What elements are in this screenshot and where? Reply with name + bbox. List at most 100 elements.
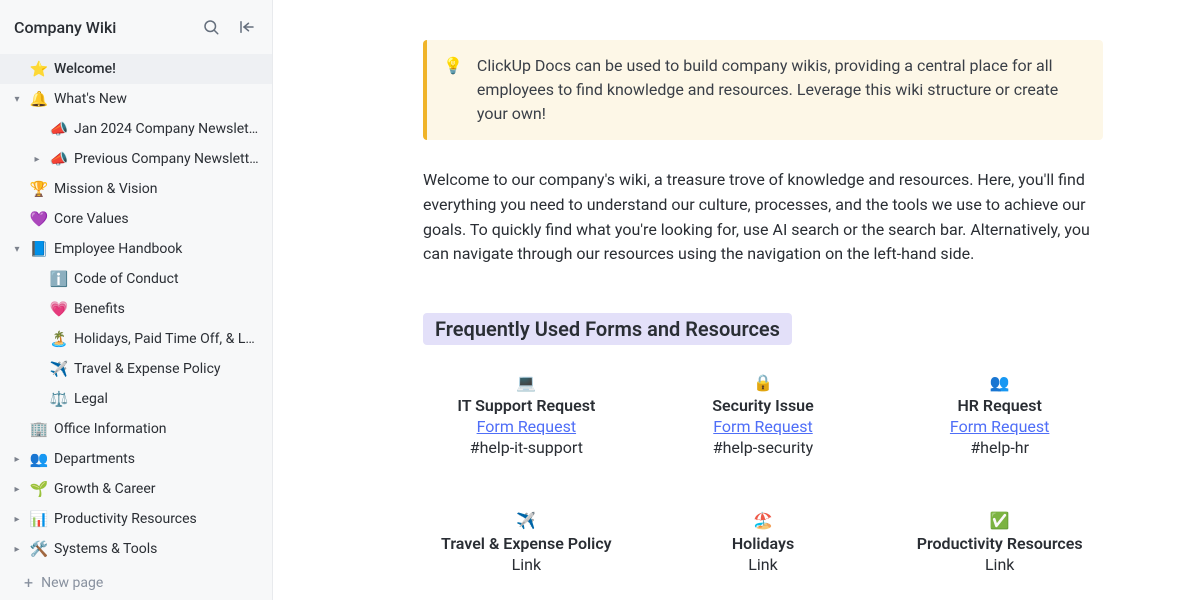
search-icon[interactable]: [200, 16, 222, 38]
chevron-right-icon[interactable]: ▸: [30, 154, 44, 165]
card-emoji-icon: ✅: [896, 511, 1103, 530]
card-title: HR Request: [896, 396, 1103, 415]
item-icon: ⚖️: [50, 390, 68, 408]
sidebar-item-label: Welcome!: [54, 61, 260, 77]
sidebar-item-label: Travel & Expense Policy: [74, 361, 260, 377]
sidebar-item-label: What's New: [54, 91, 260, 107]
item-icon: 🏢: [30, 420, 48, 438]
callout: 💡 ClickUp Docs can be used to build comp…: [423, 40, 1103, 140]
item-icon: 💗: [50, 300, 68, 318]
chevron-right-icon[interactable]: ▸: [10, 514, 24, 525]
sidebar-item-label: Departments: [54, 451, 260, 467]
sidebar-header: Company Wiki: [0, 0, 272, 54]
sidebar-item-label: Benefits: [74, 301, 260, 317]
card-title: Security Issue: [660, 396, 867, 415]
item-icon: 📘: [30, 240, 48, 258]
plus-icon: +: [24, 573, 33, 592]
resource-card: ✈️ Travel & Expense Policy Link: [423, 511, 630, 574]
item-icon: 🏆: [30, 180, 48, 198]
resource-card: 🔒 Security Issue Form Request #help-securit…: [660, 373, 867, 457]
item-icon: 📣: [50, 120, 68, 138]
resource-cards-grid: 💻 IT Support Request Form Request #help-it-…: [423, 373, 1103, 574]
sidebar-item[interactable]: ▾ 📘 Employee Handbook: [0, 234, 272, 264]
item-icon: 📣: [50, 150, 68, 168]
item-icon: ⭐: [30, 60, 48, 78]
item-icon: 🏝️: [50, 330, 68, 348]
sidebar-item-label: Productivity Resources: [54, 511, 260, 527]
item-icon: 📊: [30, 510, 48, 528]
chevron-right-icon[interactable]: ▸: [10, 454, 24, 465]
sidebar-item[interactable]: ▸ 📣 Previous Company Newsletters: [0, 144, 272, 174]
resource-card: 🏖️ Holidays Link: [660, 511, 867, 574]
sidebar-item[interactable]: ▸ℹ️Code of Conduct: [0, 264, 272, 294]
item-icon: 🔔: [30, 90, 48, 108]
sidebar-item[interactable]: ▸ 📊 Productivity Resources: [0, 504, 272, 534]
card-link[interactable]: Link: [660, 555, 867, 574]
sidebar-item[interactable]: ▸🏆Mission & Vision: [0, 174, 272, 204]
item-icon: 💜: [30, 210, 48, 228]
card-link[interactable]: Form Request: [423, 417, 630, 436]
item-icon: 🛠️: [30, 540, 48, 558]
item-icon: ✈️: [50, 360, 68, 378]
card-title: Travel & Expense Policy: [423, 534, 630, 553]
item-icon: 👥: [30, 450, 48, 468]
sidebar-item-label: Mission & Vision: [54, 181, 260, 197]
card-title: Holidays: [660, 534, 867, 553]
sidebar-item[interactable]: ▸🏝️Holidays, Paid Time Off, & Leave...: [0, 324, 272, 354]
sidebar-item[interactable]: ▾ 🔔 What's New: [0, 84, 272, 114]
sidebar-nav: ▸ ⭐ Welcome! ▾ 🔔 What's New ▸ 📣 Jan 2024 Company…: [0, 54, 272, 565]
card-title: Productivity Resources: [896, 534, 1103, 553]
resource-card: 💻 IT Support Request Form Request #help-it-…: [423, 373, 630, 457]
card-link[interactable]: Form Request: [896, 417, 1103, 436]
sidebar-item[interactable]: ▸ 👥 Departments: [0, 444, 272, 474]
new-page-button[interactable]: + New page: [0, 565, 272, 600]
lightbulb-icon: 💡: [443, 54, 463, 126]
card-subtext: #help-security: [660, 438, 867, 457]
wiki-title: Company Wiki: [14, 18, 116, 37]
section-header: Frequently Used Forms and Resources: [423, 313, 792, 345]
collapse-sidebar-icon[interactable]: [236, 16, 258, 38]
sidebar-item[interactable]: ▸📣Jan 2024 Company Newsletter: [0, 114, 272, 144]
card-emoji-icon: ✈️: [423, 511, 630, 530]
resource-card: 👥 HR Request Form Request #help-hr: [896, 373, 1103, 457]
chevron-down-icon[interactable]: ▾: [10, 94, 24, 105]
resource-card: ✅ Productivity Resources Link: [896, 511, 1103, 574]
sidebar-item-label: Office Information: [54, 421, 260, 437]
new-page-label: New page: [41, 575, 103, 591]
sidebar-item-label: Jan 2024 Company Newsletter: [74, 121, 260, 137]
main-content: 💡 ClickUp Docs can be used to build comp…: [273, 0, 1200, 600]
sidebar-item[interactable]: ▸⚖️Legal: [0, 384, 272, 414]
sidebar-item-label: Holidays, Paid Time Off, & Leave...: [74, 331, 260, 347]
sidebar-item[interactable]: ▸💜Core Values: [0, 204, 272, 234]
card-link[interactable]: Link: [423, 555, 630, 574]
card-emoji-icon: 💻: [423, 373, 630, 392]
sidebar-item[interactable]: ▸ 🛠️ Systems & Tools: [0, 534, 272, 564]
sidebar-item[interactable]: ▸🏢Office Information: [0, 414, 272, 444]
chevron-right-icon[interactable]: ▸: [10, 544, 24, 555]
card-emoji-icon: 🔒: [660, 373, 867, 392]
sidebar-item-label: Growth & Career: [54, 481, 260, 497]
sidebar-item[interactable]: ▸⭐Welcome!: [0, 54, 272, 84]
sidebar-item-label: Core Values: [54, 211, 260, 227]
card-link[interactable]: Form Request: [660, 417, 867, 436]
card-emoji-icon: 🏖️: [660, 511, 867, 530]
sidebar-item-label: Previous Company Newsletters: [74, 151, 260, 167]
sidebar-item[interactable]: ▸✈️Travel & Expense Policy: [0, 354, 272, 384]
intro-paragraph: Welcome to our company's wiki, a treasur…: [423, 168, 1103, 267]
item-icon: 🌱: [30, 480, 48, 498]
card-subtext: #help-hr: [896, 438, 1103, 457]
card-emoji-icon: 👥: [896, 373, 1103, 392]
sidebar-item[interactable]: ▸💗Benefits: [0, 294, 272, 324]
sidebar-item[interactable]: ▸ 🌱 Growth & Career: [0, 474, 272, 504]
chevron-right-icon[interactable]: ▸: [10, 484, 24, 495]
sidebar-item-label: Code of Conduct: [74, 271, 260, 287]
card-subtext: #help-it-support: [423, 438, 630, 457]
sidebar-item-label: Legal: [74, 391, 260, 407]
card-link[interactable]: Link: [896, 555, 1103, 574]
header-actions: [200, 16, 258, 38]
sidebar-item-label: Employee Handbook: [54, 241, 260, 257]
card-title: IT Support Request: [423, 396, 630, 415]
sidebar-item-label: Systems & Tools: [54, 541, 260, 557]
chevron-down-icon[interactable]: ▾: [10, 244, 24, 255]
sidebar: Company Wiki ▸ ⭐ Welcome! ▾ 🔔 What's New ▸ 📣 Jan…: [0, 0, 273, 600]
